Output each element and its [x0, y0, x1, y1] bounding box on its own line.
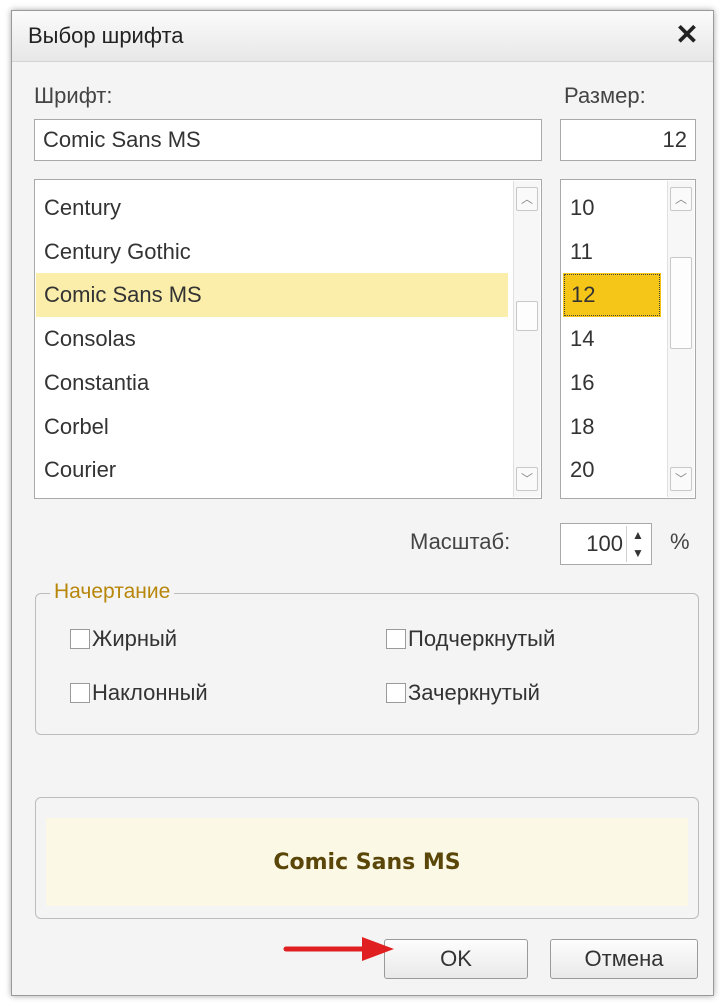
size-list-item[interactable]: 11 — [562, 230, 662, 274]
size-list-item[interactable]: 18 — [562, 405, 662, 449]
spin-down-icon[interactable]: ▼ — [627, 544, 649, 562]
bold-label: Жирный — [92, 626, 178, 651]
font-list-item[interactable]: Century — [36, 186, 508, 230]
italic-label: Наклонный — [92, 680, 208, 705]
scroll-thumb[interactable] — [516, 301, 538, 331]
size-list[interactable]: 10 11 12 14 16 18 20 ︿ ﹀ — [560, 179, 696, 499]
strikeout-label: Зачеркнутый — [408, 680, 540, 705]
ok-button[interactable]: OK — [384, 939, 528, 979]
scroll-up-icon[interactable]: ︿ — [670, 187, 692, 211]
size-list-item[interactable]: 10 — [562, 186, 662, 230]
font-dialog: Выбор шрифта ✕ Шрифт: Comic Sans MS Разм… — [11, 10, 714, 996]
font-list-item[interactable]: Consolas — [36, 317, 508, 361]
underline-checkbox[interactable]: Подчеркнутый — [386, 626, 555, 652]
font-list[interactable]: Century Century Gothic Comic Sans MS Con… — [34, 179, 542, 499]
red-arrow-icon — [283, 937, 394, 961]
size-list-item[interactable]: 20 — [562, 448, 662, 492]
size-label: Размер: — [564, 83, 646, 108]
title-bar[interactable]: Выбор шрифта ✕ — [12, 11, 713, 62]
size-input[interactable]: 12 — [560, 119, 696, 161]
font-list-item-selected[interactable]: Comic Sans MS — [36, 273, 508, 317]
size-list-item[interactable]: 16 — [562, 361, 662, 405]
preview-text: Comic Sans MS — [273, 850, 461, 875]
underline-label: Подчеркнутый — [408, 626, 556, 651]
scroll-down-icon[interactable]: ﹀ — [670, 467, 692, 491]
size-list-item[interactable]: 14 — [562, 317, 662, 361]
spin-up-icon[interactable]: ▲ — [627, 526, 649, 544]
spinner-buttons: ▲ ▼ — [626, 526, 649, 562]
strikeout-checkbox[interactable]: Зачеркнутый — [386, 680, 540, 706]
scroll-down-icon[interactable]: ﹀ — [516, 467, 538, 491]
scale-label: Масштаб: — [410, 529, 511, 554]
window-title: Выбор шрифта — [28, 23, 184, 48]
scroll-up-icon[interactable]: ︿ — [516, 187, 538, 211]
size-list-item-selected[interactable]: 12 — [563, 273, 661, 317]
checkbox-box[interactable] — [386, 629, 406, 649]
cancel-button[interactable]: Отмена — [550, 939, 698, 979]
style-group-title: Начертание — [50, 580, 175, 604]
font-name-input[interactable]: Comic Sans MS — [34, 119, 542, 161]
scale-value[interactable]: 100 — [586, 524, 623, 564]
close-icon[interactable]: ✕ — [671, 19, 703, 51]
font-preview: Comic Sans MS — [35, 797, 699, 919]
checkbox-box[interactable] — [386, 683, 406, 703]
font-list-scrollbar[interactable]: ︿ ﹀ — [513, 181, 540, 497]
font-list-item[interactable]: Century Gothic — [36, 230, 508, 274]
style-group: Начертание Жирный Подчеркнутый Наклонный… — [35, 580, 699, 735]
bold-checkbox[interactable]: Жирный — [70, 626, 177, 652]
italic-checkbox[interactable]: Наклонный — [70, 680, 208, 706]
preview-area: Comic Sans MS — [46, 818, 688, 906]
scale-unit: % — [670, 529, 690, 554]
size-list-scrollbar[interactable]: ︿ ﹀ — [667, 181, 694, 497]
font-list-item[interactable]: Constantia — [36, 361, 508, 405]
font-list-item[interactable]: Corbel — [36, 405, 508, 449]
scroll-thumb[interactable] — [670, 257, 692, 349]
font-list-item[interactable]: Courier — [36, 448, 508, 492]
font-label: Шрифт: — [34, 83, 113, 108]
checkbox-box[interactable] — [70, 683, 90, 703]
checkbox-box[interactable] — [70, 629, 90, 649]
scale-spinner[interactable]: 100 ▲ ▼ — [560, 523, 652, 565]
